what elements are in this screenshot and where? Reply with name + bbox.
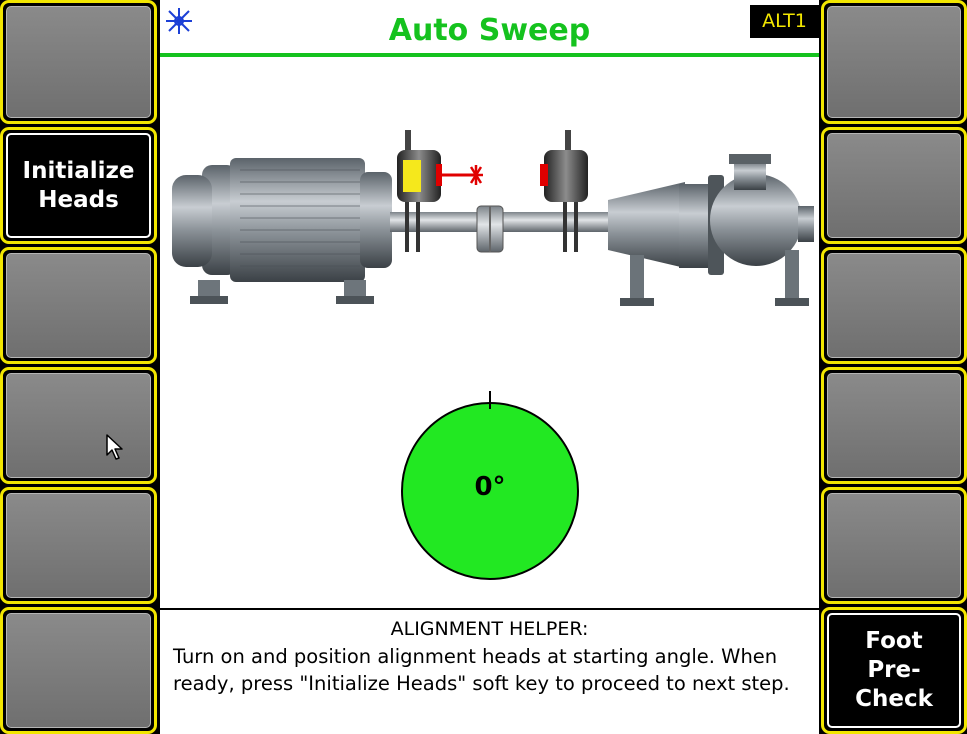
mouse-pointer-icon xyxy=(106,434,123,460)
foot-pre-check-label: Foot Pre- Check xyxy=(827,613,961,728)
right-softkey-3-label xyxy=(827,253,961,358)
main-screen: Auto Sweep ALT1 0° ALIGNMENT HELPER: Tur… xyxy=(160,0,819,734)
coupling-icon xyxy=(476,205,504,253)
right-softkey-1[interactable] xyxy=(821,0,967,124)
initialize-heads-button[interactable]: Initialize Heads xyxy=(0,127,157,244)
left-softkey-6[interactable] xyxy=(0,607,157,734)
left-softkey-1-label xyxy=(6,6,151,118)
left-softkey-3-label xyxy=(6,253,151,358)
right-softkey-4[interactable] xyxy=(821,367,967,484)
alt-mode-badge: ALT1 xyxy=(750,5,819,38)
left-softkey-4-label xyxy=(6,373,151,478)
right-softkey-4-label xyxy=(827,373,961,478)
left-softkey-5[interactable] xyxy=(0,487,157,604)
detector-head-icon xyxy=(540,130,588,252)
left-softkey-6-label xyxy=(6,613,151,728)
left-softkey-5-label xyxy=(6,493,151,598)
angle-readout: 0° xyxy=(474,472,506,502)
foot-pre-check-button[interactable]: Foot Pre- Check xyxy=(821,607,967,734)
title-divider xyxy=(160,53,819,57)
alignment-helper-text: Turn on and position alignment heads at … xyxy=(173,645,790,695)
right-softkey-3[interactable] xyxy=(821,247,967,364)
right-softkey-1-label xyxy=(827,6,961,118)
left-softkey-4[interactable] xyxy=(0,367,157,484)
page-title: Auto Sweep xyxy=(388,13,591,48)
right-softkey-5[interactable] xyxy=(821,487,967,604)
left-softkey-1[interactable] xyxy=(0,0,157,124)
pump-icon xyxy=(608,154,814,306)
laser-head-icon xyxy=(397,130,483,252)
motor-icon xyxy=(172,158,392,304)
helper-divider xyxy=(160,608,819,610)
right-softkey-5-label xyxy=(827,493,961,598)
initialize-heads-label: Initialize Heads xyxy=(6,133,151,238)
right-softkey-2-label xyxy=(827,133,961,238)
left-softkey-3[interactable] xyxy=(0,247,157,364)
machine-train-illustration xyxy=(172,130,814,306)
right-softkey-2[interactable] xyxy=(821,127,967,244)
alignment-helper-title: ALIGNMENT HELPER: xyxy=(390,618,589,640)
